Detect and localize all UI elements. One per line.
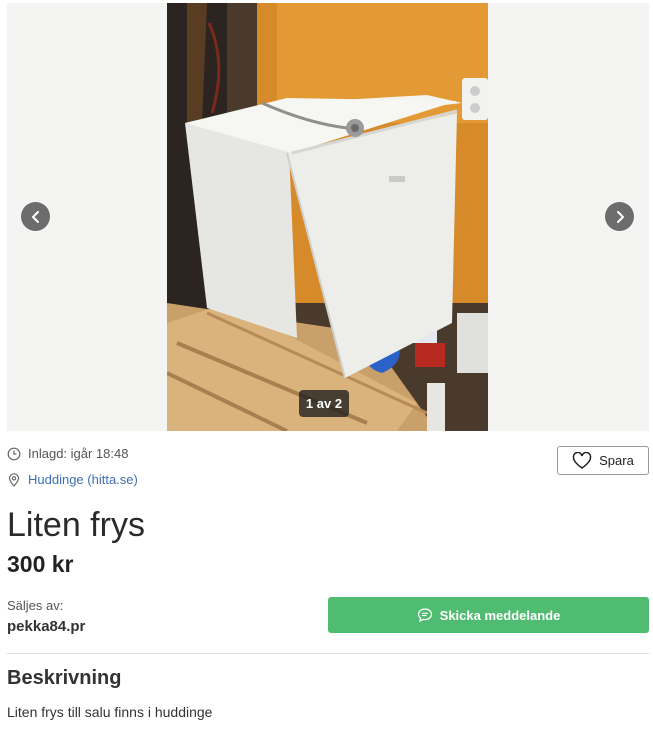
listing-photo[interactable] [167, 3, 488, 431]
send-message-button[interactable]: Skicka meddelande [328, 597, 649, 633]
listing-price: 300 kr [7, 551, 74, 577]
seller-name[interactable]: pekka84.pr [7, 618, 85, 635]
map-pin-icon [7, 472, 21, 487]
listing-title: Liten frys [7, 506, 145, 544]
posted-info: Inlagd: igår 18:48 [7, 446, 128, 461]
image-gallery: 1 av 2 [7, 3, 649, 431]
next-image-button[interactable] [605, 202, 634, 231]
seller-label: Säljes av: [7, 598, 64, 613]
chevron-right-icon [616, 210, 624, 223]
location-info: Huddinge (hitta.se) [7, 472, 138, 487]
send-message-label: Skicka meddelande [439, 607, 561, 623]
section-divider [7, 653, 649, 654]
chevron-left-icon [31, 210, 39, 223]
clock-icon [7, 447, 21, 461]
description-text: Liten frys till salu finns i huddinge [7, 704, 213, 720]
save-label: Spara [599, 453, 634, 468]
description-heading: Beskrivning [7, 667, 122, 689]
chat-bubble-icon [417, 607, 433, 623]
posted-label: Inlagd: igår 18:48 [28, 446, 129, 461]
previous-image-button[interactable] [21, 202, 50, 231]
image-counter: 1 av 2 [299, 390, 349, 417]
location-link[interactable]: Huddinge (hitta.se) [28, 472, 138, 487]
heart-icon [572, 451, 592, 470]
freezer-photo-illustration [167, 3, 488, 431]
save-button[interactable]: Spara [557, 446, 649, 475]
